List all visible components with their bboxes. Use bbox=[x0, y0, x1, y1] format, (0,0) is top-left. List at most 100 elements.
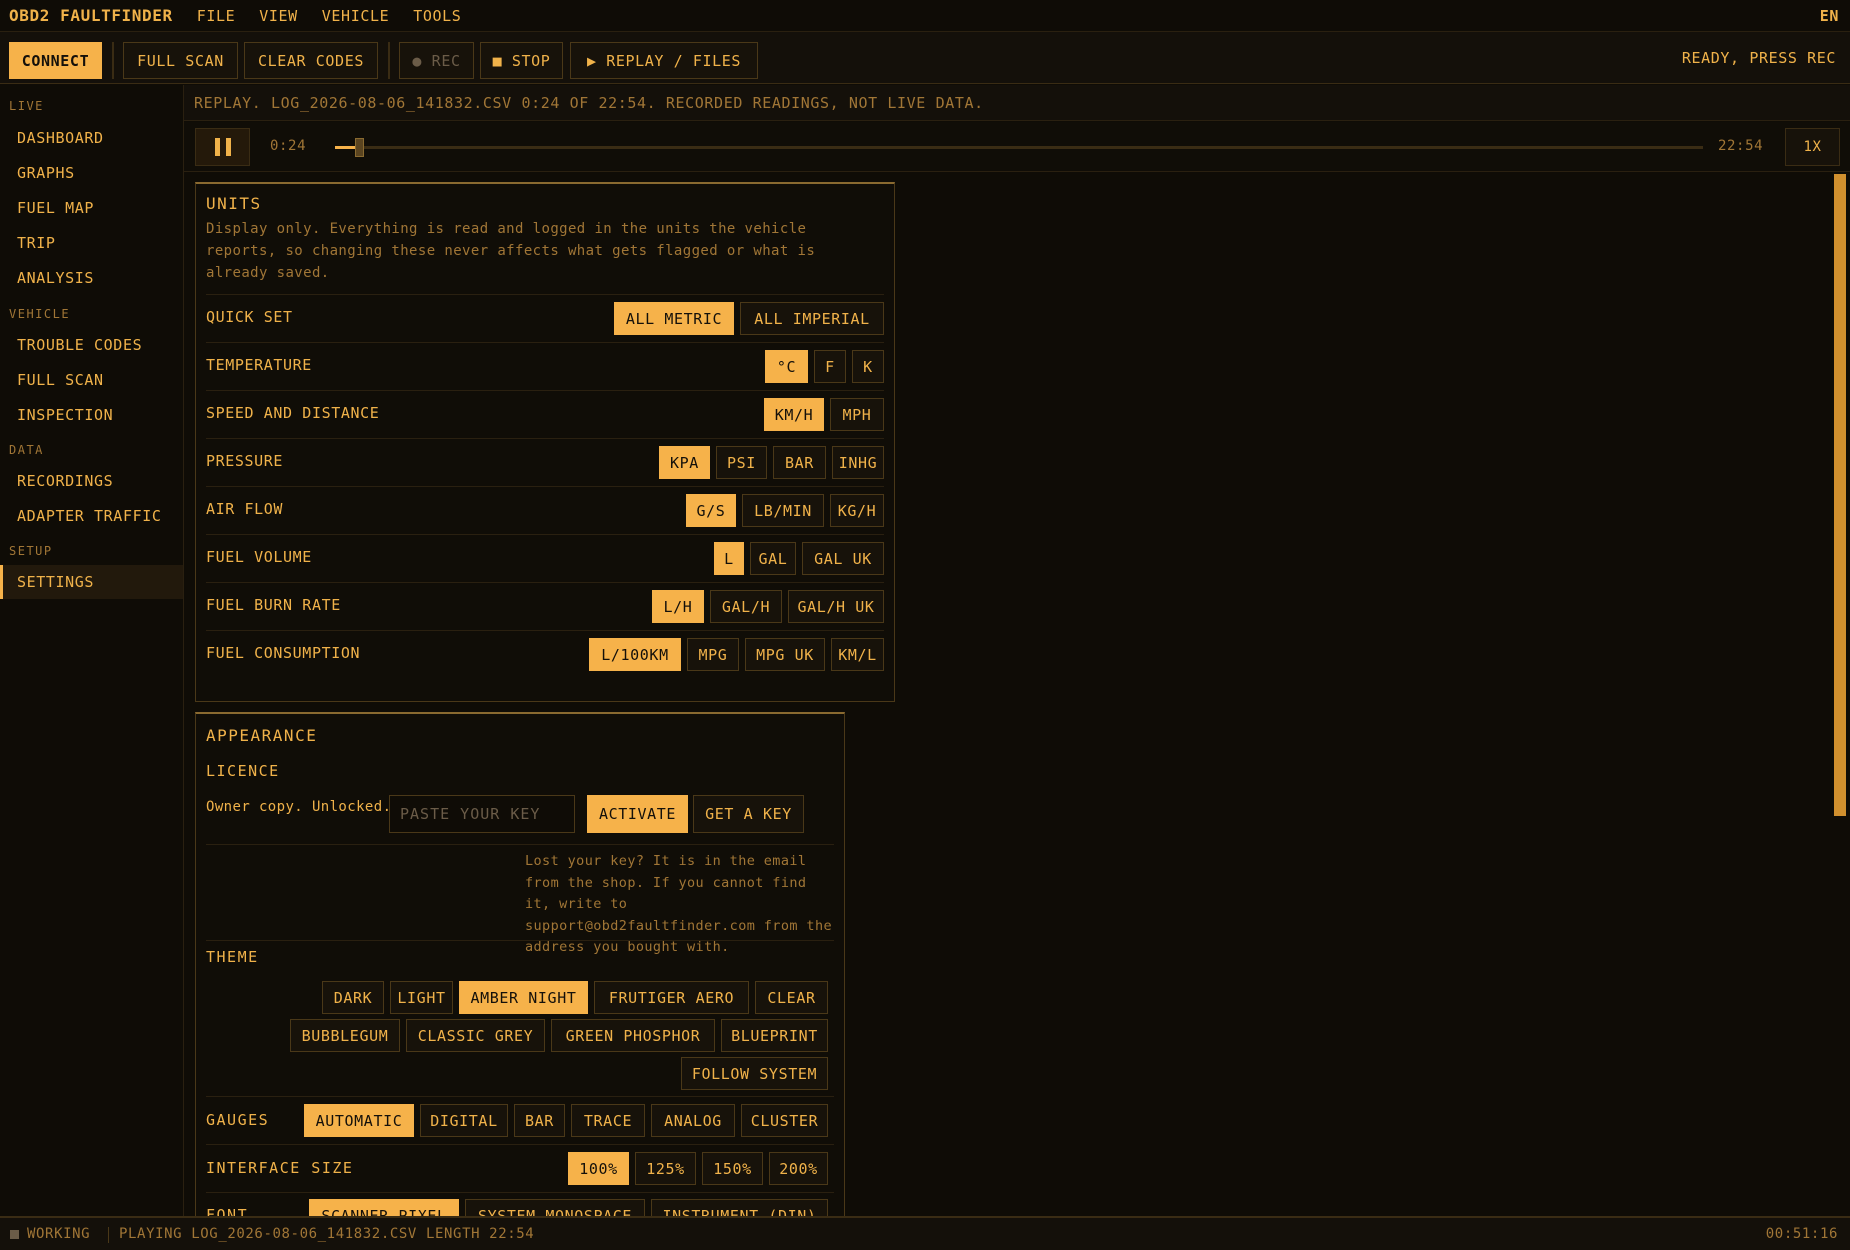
licence-key-input[interactable] bbox=[389, 795, 575, 833]
units-row-quick-set: QUICK SET ALL METRIC ALL IMPERIAL bbox=[206, 294, 884, 342]
option-bar[interactable]: BAR bbox=[773, 446, 826, 479]
menu-tools[interactable]: TOOLS bbox=[413, 7, 461, 25]
row-label: FUEL BURN RATE bbox=[206, 596, 341, 614]
sidebar-item-fuel-map[interactable]: FUEL MAP bbox=[0, 191, 183, 225]
divider bbox=[206, 1096, 834, 1097]
theme-frutiger-aero[interactable]: FRUTIGER AERO bbox=[594, 981, 749, 1014]
font-instrument-din[interactable]: INSTRUMENT (DIN) bbox=[651, 1199, 828, 1216]
rec-button[interactable]: ● REC bbox=[399, 42, 474, 79]
theme-clear[interactable]: CLEAR bbox=[755, 981, 828, 1014]
size-100[interactable]: 100% bbox=[568, 1152, 629, 1185]
menubar: OBD2 FAULTFINDER FILE VIEW VEHICLE TOOLS… bbox=[0, 0, 1850, 32]
full-scan-button[interactable]: FULL SCAN bbox=[123, 42, 238, 79]
sidebar-section-live: LIVE bbox=[9, 99, 44, 113]
option-fahrenheit[interactable]: F bbox=[814, 350, 846, 383]
option-gs[interactable]: G/S bbox=[686, 494, 736, 527]
option-psi[interactable]: PSI bbox=[716, 446, 767, 479]
gauges-analog[interactable]: ANALOG bbox=[651, 1104, 735, 1137]
sidebar-item-trip[interactable]: TRIP bbox=[0, 226, 183, 260]
gauges-cluster[interactable]: CLUSTER bbox=[741, 1104, 828, 1137]
stop-button[interactable]: ■ STOP bbox=[480, 42, 563, 79]
divider bbox=[206, 940, 834, 941]
option-galh[interactable]: GAL/H bbox=[710, 590, 782, 623]
sidebar-item-adapter-traffic[interactable]: ADAPTER TRAFFIC bbox=[0, 499, 183, 533]
sidebar-section-data: DATA bbox=[9, 443, 44, 457]
units-row-speed: SPEED AND DISTANCE KM/H MPH bbox=[206, 390, 884, 438]
sidebar-item-settings[interactable]: SETTINGS bbox=[0, 565, 183, 599]
option-mph[interactable]: MPH bbox=[830, 398, 884, 431]
option-celsius[interactable]: °C bbox=[765, 350, 808, 383]
licence-help-text: Lost your key? It is in the email from t… bbox=[525, 853, 832, 955]
sidebar-item-trouble-codes[interactable]: TROUBLE CODES bbox=[0, 328, 183, 362]
option-l100km[interactable]: L/100KM bbox=[589, 638, 681, 671]
activate-button[interactable]: ACTIVATE bbox=[587, 795, 688, 833]
option-inhg[interactable]: INHG bbox=[832, 446, 884, 479]
option-kgh[interactable]: KG/H bbox=[830, 494, 884, 527]
get-key-button[interactable]: GET A KEY bbox=[693, 795, 804, 833]
pause-button[interactable] bbox=[195, 128, 250, 166]
option-kpa[interactable]: KPA bbox=[659, 446, 710, 479]
option-liters[interactable]: L bbox=[714, 542, 744, 575]
units-row-fuel-volume: FUEL VOLUME L GAL GAL UK bbox=[206, 534, 884, 582]
pause-icon bbox=[214, 138, 220, 156]
option-gal-uk[interactable]: GAL UK bbox=[802, 542, 884, 575]
sidebar-item-recordings[interactable]: RECORDINGS bbox=[0, 464, 183, 498]
size-125[interactable]: 125% bbox=[635, 1152, 696, 1185]
sidebar-item-dashboard[interactable]: DASHBOARD bbox=[0, 121, 183, 155]
licence-status: Owner copy. Unlocked. bbox=[206, 799, 392, 815]
replay-files-button[interactable]: ▶ REPLAY / FILES bbox=[570, 42, 758, 79]
menu-vehicle[interactable]: VEHICLE bbox=[322, 7, 389, 25]
gauges-bar[interactable]: BAR bbox=[514, 1104, 565, 1137]
menu-file[interactable]: FILE bbox=[197, 7, 236, 25]
menu-view[interactable]: VIEW bbox=[259, 7, 298, 25]
clear-codes-button[interactable]: CLEAR CODES bbox=[244, 42, 378, 79]
theme-amber-night[interactable]: AMBER NIGHT bbox=[459, 981, 588, 1014]
option-lh[interactable]: L/H bbox=[652, 590, 704, 623]
gauges-automatic[interactable]: AUTOMATIC bbox=[304, 1104, 414, 1137]
language-selector[interactable]: EN bbox=[1820, 7, 1839, 25]
content-scrollbar[interactable] bbox=[1832, 172, 1850, 1216]
divider bbox=[206, 1192, 834, 1193]
row-label: PRESSURE bbox=[206, 452, 284, 470]
appearance-panel: APPEARANCE LICENCE Owner copy. Unlocked.… bbox=[195, 712, 845, 1216]
row-label: FUEL CONSUMPTION bbox=[206, 644, 361, 662]
theme-dark[interactable]: DARK bbox=[322, 981, 384, 1014]
toolbar: CONNECT FULL SCAN CLEAR CODES ● REC ■ ST… bbox=[0, 32, 1850, 84]
option-kmh[interactable]: KM/H bbox=[764, 398, 824, 431]
replay-scrubber[interactable] bbox=[335, 138, 1703, 157]
size-200[interactable]: 200% bbox=[769, 1152, 828, 1185]
theme-classic-grey[interactable]: CLASSIC GREY bbox=[406, 1019, 545, 1052]
sidebar-item-graphs[interactable]: GRAPHS bbox=[0, 156, 183, 190]
sidebar-item-full-scan[interactable]: FULL SCAN bbox=[0, 363, 183, 397]
row-label: FUEL VOLUME bbox=[206, 548, 312, 566]
theme-follow-system[interactable]: FOLLOW SYSTEM bbox=[681, 1057, 828, 1090]
sidebar-item-inspection[interactable]: INSPECTION bbox=[0, 398, 183, 432]
theme-light[interactable]: LIGHT bbox=[390, 981, 453, 1014]
playback-speed-button[interactable]: 1X bbox=[1785, 128, 1840, 166]
replay-scrubber-handle[interactable] bbox=[354, 138, 364, 157]
theme-bubblegum[interactable]: BUBBLEGUM bbox=[290, 1019, 400, 1052]
option-kml[interactable]: KM/L bbox=[831, 638, 884, 671]
divider bbox=[206, 844, 834, 845]
theme-green-phosphor[interactable]: GREEN PHOSPHOR bbox=[551, 1019, 715, 1052]
option-lbmin[interactable]: LB/MIN bbox=[742, 494, 824, 527]
sidebar-item-analysis[interactable]: ANALYSIS bbox=[0, 261, 183, 295]
connect-button[interactable]: CONNECT bbox=[9, 42, 102, 79]
gauges-digital[interactable]: DIGITAL bbox=[420, 1104, 508, 1137]
theme-blueprint[interactable]: BLUEPRINT bbox=[721, 1019, 828, 1052]
replay-length: 22:54 bbox=[1718, 138, 1764, 154]
replay-banner-text: REPLAY. LOG_2026-08-06_141832.CSV 0:24 O… bbox=[194, 94, 984, 112]
scrollbar-thumb[interactable] bbox=[1834, 174, 1846, 816]
gauges-trace[interactable]: TRACE bbox=[571, 1104, 645, 1137]
font-scanner-pixel[interactable]: SCANNER PIXEL bbox=[309, 1199, 459, 1216]
status-divider bbox=[108, 1227, 109, 1243]
font-system-monospace[interactable]: SYSTEM MONOSPACE bbox=[465, 1199, 645, 1216]
option-all-metric[interactable]: ALL METRIC bbox=[614, 302, 734, 335]
option-all-imperial[interactable]: ALL IMPERIAL bbox=[740, 302, 884, 335]
option-mpg-uk[interactable]: MPG UK bbox=[745, 638, 825, 671]
option-galh-uk[interactable]: GAL/H UK bbox=[788, 590, 884, 623]
option-gal[interactable]: GAL bbox=[750, 542, 796, 575]
size-150[interactable]: 150% bbox=[702, 1152, 763, 1185]
option-kelvin[interactable]: K bbox=[852, 350, 884, 383]
option-mpg[interactable]: MPG bbox=[687, 638, 739, 671]
